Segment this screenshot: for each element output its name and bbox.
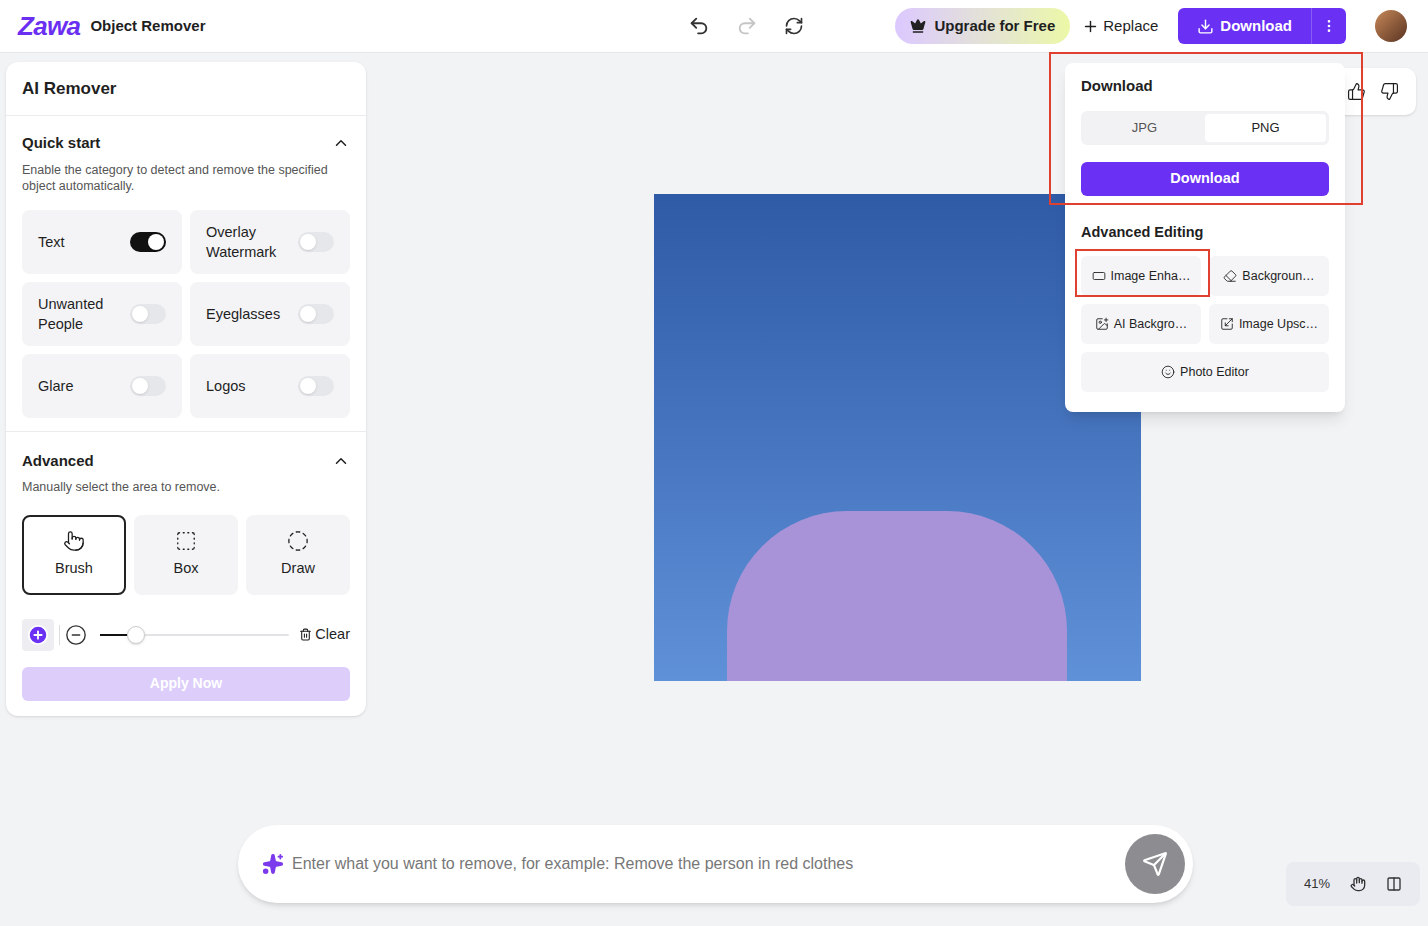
app: Zawa Object Remover Upgrade for Free Replac…: [0, 0, 1428, 926]
more-icon: [1321, 18, 1337, 34]
thumbs-down-icon[interactable]: [1380, 82, 1399, 101]
quick-start-section: Quick startEnable the category to detect…: [6, 116, 366, 432]
annotation-box: [1049, 52, 1363, 205]
toggle-switch[interactable]: [298, 304, 334, 324]
category-toggle[interactable]: Glare: [22, 354, 182, 418]
tool-icon: [1220, 317, 1234, 331]
more-button[interactable]: [1312, 18, 1346, 34]
brush-size-row: Clear: [22, 619, 350, 651]
tool-icon: [1223, 269, 1237, 283]
category-toggle[interactable]: Unwanted People: [22, 282, 182, 346]
toggle-switch[interactable]: [130, 232, 166, 252]
format-toggle: JPGPNG: [1081, 111, 1329, 145]
sparkle-icon: [262, 853, 284, 875]
panel-title: AI Remover: [22, 76, 116, 102]
collapse-icon[interactable]: [332, 134, 350, 152]
reset-icon[interactable]: [784, 16, 804, 36]
editing-tool-button[interactable]: Backgroun…: [1209, 256, 1329, 296]
top-bar: Zawa Object Remover Upgrade for Free Replac…: [0, 0, 1428, 53]
annotation-box: [1075, 249, 1210, 297]
clear-button[interactable]: Clear: [299, 624, 350, 646]
collapse-icon[interactable]: [332, 452, 350, 470]
add-mode-button[interactable]: [22, 619, 54, 651]
trash-icon: [299, 628, 312, 641]
plus-icon: [27, 624, 49, 646]
tool-icon: [1095, 317, 1109, 331]
brush-size-slider[interactable]: [100, 625, 289, 645]
tool-icon: [1161, 365, 1175, 379]
toggle-switch[interactable]: [130, 304, 166, 324]
download-button[interactable]: Download: [1178, 15, 1311, 38]
editing-tool-button[interactable]: Image Upsc…: [1209, 304, 1329, 344]
category-toggle[interactable]: Text: [22, 210, 182, 274]
editing-tool-button[interactable]: AI Backgro…: [1081, 304, 1201, 344]
compare-icon[interactable]: [1386, 876, 1402, 892]
ai-remover-panel: AI Remover Quick startEnable the category…: [6, 62, 366, 716]
toggle-switch[interactable]: [298, 376, 334, 396]
thumbs-up-icon[interactable]: [1347, 82, 1366, 101]
hand-icon[interactable]: [1350, 876, 1366, 892]
send-button[interactable]: [1125, 834, 1185, 894]
tool-icon: [63, 530, 85, 552]
category-toggle[interactable]: Logos: [190, 354, 350, 418]
tool-icon: [1092, 269, 1106, 283]
category-toggle[interactable]: Overlay Watermark: [190, 210, 350, 274]
zoom-controls: 41%: [1286, 862, 1420, 906]
zoom-level[interactable]: 41%: [1304, 874, 1330, 894]
undo-icon[interactable]: [688, 15, 710, 37]
download-split-button: Download: [1178, 8, 1346, 44]
plus-icon: [1082, 18, 1099, 35]
tool-icon: [175, 530, 197, 552]
redo-icon[interactable]: [736, 15, 758, 37]
tool-button[interactable]: Draw: [246, 515, 350, 595]
download-menu: DownloadJPGPNGDownloadAdvanced EditingIm…: [1065, 63, 1345, 412]
advanced-section: AdvancedManually select the area to remo…: [6, 432, 366, 716]
tool-icon: [287, 530, 309, 552]
avatar[interactable]: [1375, 10, 1407, 42]
download-icon: [1197, 18, 1214, 35]
category-toggle[interactable]: Eyeglasses: [190, 282, 350, 346]
prompt-bar: Enter what you want to remove, for examp…: [238, 825, 1193, 903]
tool-button[interactable]: Box: [134, 515, 238, 595]
logo[interactable]: Zawa: [18, 13, 80, 39]
upgrade-button[interactable]: Upgrade for Free: [895, 8, 1070, 44]
prompt-input[interactable]: Enter what you want to remove, for examp…: [292, 852, 1117, 876]
crown-icon: [910, 18, 926, 34]
minus-icon[interactable]: [65, 624, 87, 646]
format-option[interactable]: PNG: [1205, 114, 1326, 142]
format-option[interactable]: JPG: [1084, 114, 1205, 142]
toggle-switch[interactable]: [298, 232, 334, 252]
send-icon: [1142, 851, 1168, 877]
tool-button[interactable]: Brush: [22, 515, 126, 595]
replace-button[interactable]: Replace: [1082, 8, 1158, 44]
menu-download-button[interactable]: Download: [1081, 162, 1329, 196]
apply-button[interactable]: Apply Now: [22, 667, 350, 701]
toggle-switch[interactable]: [130, 376, 166, 396]
editing-tool-button[interactable]: Photo Editor: [1081, 352, 1329, 392]
editing-tool-button[interactable]: Image Enha…: [1081, 256, 1201, 296]
app-title: Object Remover: [90, 15, 205, 38]
